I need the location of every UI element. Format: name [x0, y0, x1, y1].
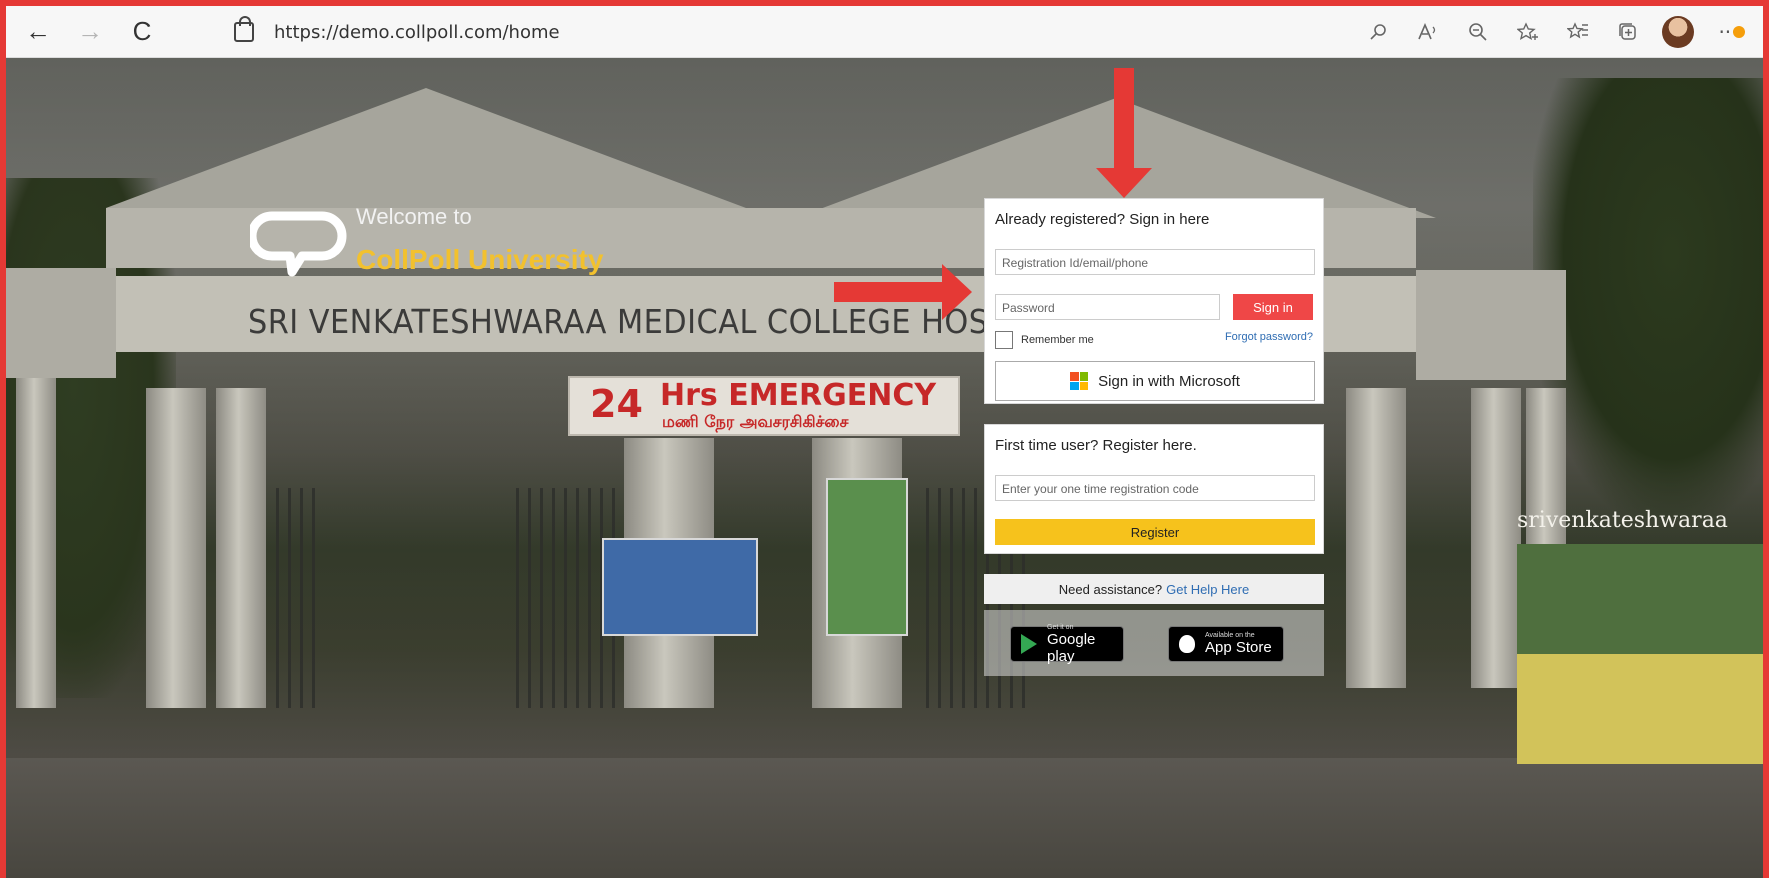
signin-heading: Already registered? Sign in here: [995, 211, 1210, 228]
favorite-add-icon[interactable]: [1503, 12, 1553, 52]
more-icon[interactable]: ···: [1703, 12, 1753, 52]
annotation-arrow-down: [1096, 68, 1152, 198]
refresh-icon[interactable]: C: [122, 12, 162, 52]
pillar: [216, 388, 266, 708]
emergency-number: 24: [590, 382, 643, 426]
forgot-password-link[interactable]: Forgot password?: [1225, 331, 1313, 343]
background-trees-right: [1533, 78, 1763, 518]
signin-button[interactable]: Sign in: [1233, 294, 1313, 320]
iron-gate: [276, 488, 316, 708]
road: [6, 758, 1763, 878]
google-play-small: Get it on: [1047, 623, 1074, 631]
gate-side-right: [1416, 270, 1566, 380]
ms-tile: [1079, 372, 1089, 381]
login-page: SRI VENKATESHWARAA MEDICAL COLLEGE HOSPI…: [6, 58, 1763, 878]
app-store-badge[interactable]: Available on the App Store: [1168, 626, 1284, 662]
gate-side-left: [6, 268, 116, 378]
profile-avatar[interactable]: [1653, 12, 1703, 52]
college-banner: [1517, 544, 1763, 764]
google-play-name: Google play: [1047, 630, 1096, 665]
register-heading: First time user? Register here.: [995, 437, 1197, 454]
browser-tools: ···: [1353, 12, 1753, 52]
assistance-bar: Need assistance? Get Help Here: [984, 574, 1324, 604]
emergency-text: Hrs EMERGENCY: [660, 378, 937, 413]
address-bar[interactable]: https://demo.collpoll.com/home: [204, 14, 1294, 50]
address-url[interactable]: https://demo.collpoll.com/home: [274, 22, 560, 43]
forward-icon[interactable]: →: [70, 12, 110, 52]
site-info-icon[interactable]: [234, 16, 254, 42]
avatar[interactable]: [1662, 16, 1694, 48]
assistance-text: Need assistance?: [1058, 581, 1163, 597]
remember-checkbox[interactable]: [995, 331, 1013, 349]
pillar: [1471, 388, 1521, 688]
pillar: [146, 388, 206, 708]
pillar: [16, 378, 56, 708]
app-badges: Get it on Google play Available on the A…: [984, 610, 1324, 676]
zoom-out-icon[interactable]: [1453, 12, 1503, 52]
apple-icon: [1179, 635, 1195, 653]
university-name: CollPoll University: [356, 244, 604, 275]
app-store-name: App Store: [1205, 639, 1272, 656]
iron-gate: [516, 488, 616, 708]
signin-card: Already registered? Sign in here Registr…: [984, 198, 1324, 404]
collections-icon[interactable]: [1603, 12, 1653, 52]
collpoll-logo-icon: [247, 208, 350, 288]
google-play-text: Get it on Google play: [1047, 624, 1113, 665]
text-size-icon[interactable]: [1403, 12, 1453, 52]
register-button[interactable]: Register: [995, 519, 1315, 545]
google-play-badge[interactable]: Get it on Google play: [1010, 624, 1124, 665]
notice-poster: [602, 538, 758, 636]
notification-badge: [1733, 26, 1745, 38]
notice-poster: [826, 478, 908, 636]
college-sign-text: SRI VENKATESHWARAA MEDICAL COLLEGE HOSPI…: [248, 302, 1104, 341]
pillar: [1346, 388, 1406, 688]
welcome-text: Welcome to: [356, 204, 472, 229]
google-play-icon: [1021, 634, 1037, 654]
ms-tile: [1079, 381, 1089, 390]
ms-tile: [1070, 372, 1079, 381]
app-store-small: Available on the: [1205, 632, 1255, 639]
annotation-arrow-right: [834, 264, 972, 320]
browser-toolbar: ← → C https://demo.collpoll.com/home ···: [6, 6, 1763, 58]
banner-title: srivenkateshwaraa: [1517, 508, 1728, 533]
back-icon[interactable]: ←: [18, 12, 58, 52]
microsoft-signin-label: Sign in with Microsoft: [1098, 372, 1240, 390]
microsoft-signin-button[interactable]: Sign in with Microsoft: [995, 361, 1315, 401]
emergency-tamil-text: மணி நேர அவசரசிகிச்சை: [662, 412, 849, 431]
gate-pediment-left: [106, 88, 746, 208]
password-input[interactable]: Password: [995, 294, 1220, 320]
username-input[interactable]: Registration Id/email/phone: [995, 249, 1315, 275]
app-store-text: Available on the App Store: [1205, 632, 1272, 656]
registration-code-input[interactable]: Enter your one time registration code: [995, 475, 1315, 501]
register-card: First time user? Register here. Enter yo…: [984, 424, 1324, 554]
favorites-icon[interactable]: [1553, 12, 1603, 52]
microsoft-icon: [1070, 372, 1089, 390]
remember-me[interactable]: Remember me: [995, 331, 1094, 349]
emergency-sign: 24 Hrs EMERGENCY மணி நேர அவசரசிகிச்சை: [568, 376, 960, 436]
help-link[interactable]: Get Help Here: [1166, 582, 1249, 597]
remember-label: Remember me: [1021, 334, 1094, 346]
read-aloud-icon[interactable]: [1353, 12, 1403, 52]
ms-tile: [1070, 381, 1079, 390]
